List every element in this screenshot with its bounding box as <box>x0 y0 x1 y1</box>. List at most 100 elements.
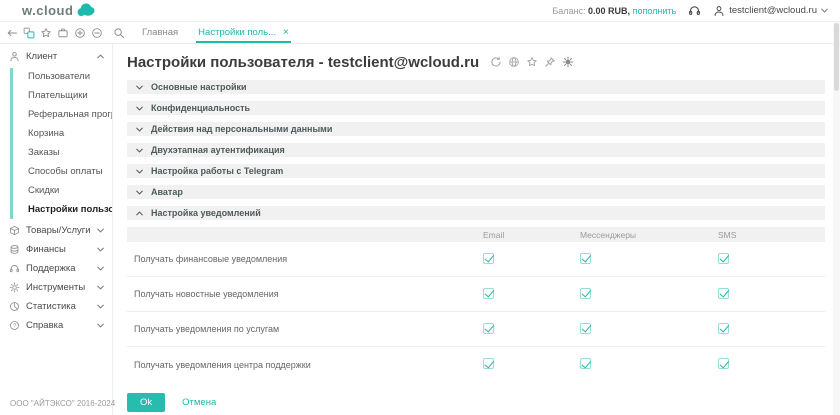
app-window: w.cloud Баланс: 0.00 RUB, пополнить <box>0 0 840 415</box>
sidebar-section-statistics[interactable]: Статистика <box>0 297 112 316</box>
sidebar-section-help[interactable]: ? Справка <box>0 316 112 335</box>
accordion-label: Настройка работы с Telegram <box>151 166 283 176</box>
settings-accordions: Основные настройки Конфиденциальность Де… <box>127 80 825 220</box>
sidebar: Клиент Пользователи Плательщики Рефераль… <box>0 44 113 415</box>
column-header-messengers: Мессенджеры <box>580 230 718 240</box>
sidebar-item-discounts[interactable]: Скидки <box>0 181 112 200</box>
sidebar-section-label: Поддержка <box>26 263 76 274</box>
row-label: Получать финансовые уведомления <box>127 254 483 264</box>
accordion-two-step-auth[interactable]: Двухэтапная аутентификация <box>127 143 825 157</box>
user-menu[interactable]: testclient@wcloud.ru <box>713 5 828 17</box>
tab-close-icon[interactable]: × <box>283 28 289 38</box>
sidebar-section-support[interactable]: Поддержка <box>0 259 112 278</box>
sidebar-item-users[interactable]: Пользователи <box>0 67 112 86</box>
chevron-down-icon <box>136 148 143 153</box>
toolbar-icons <box>0 22 113 43</box>
checkbox-support-messengers[interactable] <box>580 358 591 369</box>
sidebar-item-referral[interactable]: Реферальная программа <box>0 105 112 124</box>
plus-circle-icon[interactable] <box>74 26 86 39</box>
main-content: Настройки пользователя - testclient@wclo… <box>113 44 840 415</box>
accordion-basic-settings[interactable]: Основные настройки <box>127 80 825 94</box>
row-label: Получать новостные уведомления <box>127 289 483 299</box>
client-icon <box>9 51 20 62</box>
user-email: testclient@wcloud.ru <box>729 5 817 16</box>
tab-user-settings[interactable]: Настройки поль... × <box>196 24 291 43</box>
chevron-down-icon <box>97 247 104 252</box>
chevron-down-icon <box>97 228 104 233</box>
checkbox-financial-messengers[interactable] <box>580 253 591 264</box>
tab-home[interactable]: Главная <box>140 24 180 43</box>
menu-tree-icon[interactable] <box>23 26 35 39</box>
logo[interactable]: w.cloud <box>22 3 96 18</box>
accordion-personal-data-actions[interactable]: Действия над персональными данными <box>127 122 825 136</box>
cloud-logo-icon <box>76 3 96 18</box>
sidebar-section-client[interactable]: Клиент <box>0 47 112 66</box>
chevron-up-icon <box>136 211 143 216</box>
sidebar-section-label: Статистика <box>26 301 76 312</box>
tab-user-settings-label: Настройки поль... <box>198 27 276 38</box>
table-row-news: Получать новостные уведомления <box>127 277 825 312</box>
table-row-services: Получать уведомления по услугам <box>127 312 825 347</box>
sidebar-item-cart[interactable]: Корзина <box>0 124 112 143</box>
tools-gear-icon <box>9 282 20 293</box>
sidebar-section-tools[interactable]: Инструменты <box>0 278 112 297</box>
chevron-down-icon <box>97 304 104 309</box>
star-icon[interactable] <box>40 26 52 39</box>
globe-icon[interactable] <box>508 56 520 68</box>
scrollbar[interactable] <box>833 22 840 415</box>
pin-icon[interactable] <box>544 56 556 68</box>
back-arrow-icon[interactable] <box>6 26 18 39</box>
checkbox-news-messengers[interactable] <box>580 288 591 299</box>
sidebar-item-payers[interactable]: Плательщики <box>0 86 112 105</box>
checkbox-financial-email[interactable] <box>483 253 494 264</box>
refresh-icon[interactable] <box>490 56 502 68</box>
sidebar-item-user-settings[interactable]: Настройки пользоват... <box>0 200 112 219</box>
checkbox-news-email[interactable] <box>483 288 494 299</box>
favorite-star-icon[interactable] <box>526 56 538 68</box>
accordion-telegram[interactable]: Настройка работы с Telegram <box>127 164 825 178</box>
accordion-label: Действия над персональными данными <box>151 124 332 134</box>
accordion-avatar[interactable]: Аватар <box>127 185 825 199</box>
top-header: w.cloud Баланс: 0.00 RUB, пополнить <box>0 0 840 22</box>
sidebar-section-products[interactable]: Товары/Услуги <box>0 221 112 240</box>
cancel-link[interactable]: Отмена <box>182 397 216 408</box>
checkbox-services-email[interactable] <box>483 323 494 334</box>
accordion-notifications[interactable]: Настройка уведомлений <box>127 206 825 220</box>
sidebar-section-label: Клиент <box>26 51 57 62</box>
sidebar-section-label: Финансы <box>26 244 66 255</box>
client-submenu: Пользователи Плательщики Реферальная про… <box>0 66 112 221</box>
chevron-down-icon <box>136 127 143 132</box>
scrollbar-thumb[interactable] <box>834 23 839 91</box>
accordion-privacy[interactable]: Конфиденциальность <box>127 101 825 115</box>
settings-gear-icon[interactable] <box>562 56 574 68</box>
sidebar-item-payment-methods[interactable]: Способы оплаты <box>0 162 112 181</box>
checkbox-services-sms[interactable] <box>718 323 729 334</box>
checkbox-services-messengers[interactable] <box>580 323 591 334</box>
column-header-sms: SMS <box>718 230 825 240</box>
user-icon <box>713 5 725 17</box>
sidebar-section-finance[interactable]: Финансы <box>0 240 112 259</box>
minus-circle-icon[interactable] <box>91 26 103 39</box>
toolbar-row: Главная Настройки поль... × <box>0 22 840 44</box>
briefcase-icon[interactable] <box>57 26 69 39</box>
checkbox-news-sms[interactable] <box>718 288 729 299</box>
pie-chart-icon <box>9 301 20 312</box>
chevron-down-icon <box>97 285 104 290</box>
sidebar-section-label: Инструменты <box>26 282 85 293</box>
accordion-label: Настройка уведомлений <box>151 208 261 218</box>
topup-link[interactable]: пополнить <box>633 6 677 16</box>
support-icon <box>9 263 20 274</box>
support-headset-icon[interactable] <box>688 4 701 17</box>
chevron-down-icon <box>136 190 143 195</box>
chevron-up-icon <box>97 54 104 59</box>
table-row-financial: Получать финансовые уведомления <box>127 242 825 277</box>
svg-text:?: ? <box>13 324 16 330</box>
ok-button[interactable]: Ok <box>127 393 165 412</box>
checkbox-financial-sms[interactable] <box>718 253 729 264</box>
sidebar-item-orders[interactable]: Заказы <box>0 143 112 162</box>
checkbox-support-email[interactable] <box>483 358 494 369</box>
checkbox-support-sms[interactable] <box>718 358 729 369</box>
form-actions: Ok Отмена <box>127 393 825 412</box>
title-row: Настройки пользователя - testclient@wclo… <box>127 53 825 71</box>
row-label: Получать уведомления по услугам <box>127 324 483 334</box>
